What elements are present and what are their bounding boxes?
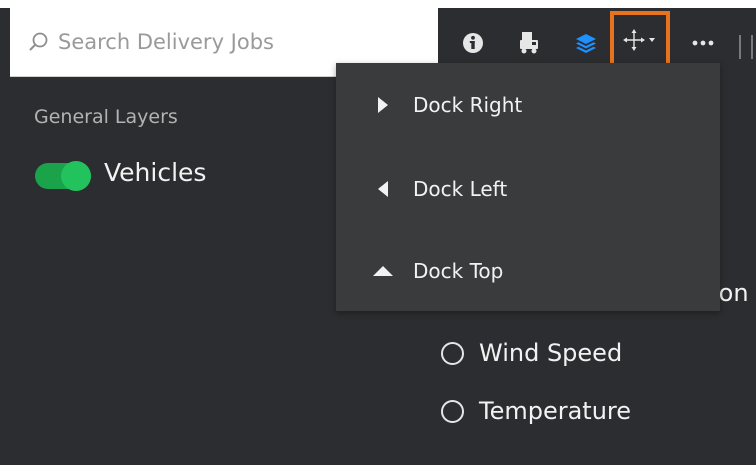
triangle-right-icon bbox=[372, 96, 394, 114]
wind-speed-option[interactable]: Wind Speed bbox=[441, 339, 622, 367]
dock-position-button[interactable] bbox=[610, 11, 670, 69]
truck-icon bbox=[520, 32, 538, 54]
toggle-knob bbox=[61, 161, 91, 191]
dock-left-item[interactable]: Dock Left bbox=[336, 159, 720, 219]
general-layers-heading: General Layers bbox=[34, 106, 178, 128]
vehicles-button[interactable] bbox=[514, 26, 544, 60]
wind-speed-radio[interactable] bbox=[441, 341, 464, 365]
info-icon bbox=[463, 33, 483, 53]
layers-button[interactable] bbox=[571, 26, 601, 60]
toolbar-divider bbox=[751, 35, 753, 59]
dock-right-label: Dock Right bbox=[413, 93, 523, 117]
temperature-radio[interactable] bbox=[441, 399, 464, 423]
dock-right-item[interactable]: Dock Right bbox=[336, 75, 720, 135]
search-icon bbox=[29, 32, 48, 51]
temperature-label: Temperature bbox=[479, 397, 632, 425]
more-icon bbox=[692, 40, 714, 46]
vehicles-label: Vehicles bbox=[104, 158, 207, 187]
dock-top-label: Dock Top bbox=[413, 259, 504, 283]
dock-left-label: Dock Left bbox=[413, 177, 508, 201]
info-button[interactable] bbox=[458, 26, 488, 60]
toolbar-divider bbox=[739, 35, 741, 59]
move-dock-icon bbox=[623, 29, 655, 51]
layers-icon bbox=[576, 34, 596, 53]
wind-speed-label: Wind Speed bbox=[479, 339, 623, 367]
temperature-option[interactable]: Temperature bbox=[441, 397, 631, 425]
dock-top-item[interactable]: Dock Top bbox=[336, 241, 720, 301]
dock-menu: Dock Right Dock Left Dock Top bbox=[336, 63, 720, 311]
search-input[interactable] bbox=[56, 29, 420, 55]
triangle-up-icon bbox=[372, 265, 394, 277]
vehicles-toggle[interactable] bbox=[35, 161, 91, 191]
more-button[interactable] bbox=[688, 26, 718, 60]
triangle-left-icon bbox=[372, 180, 394, 198]
